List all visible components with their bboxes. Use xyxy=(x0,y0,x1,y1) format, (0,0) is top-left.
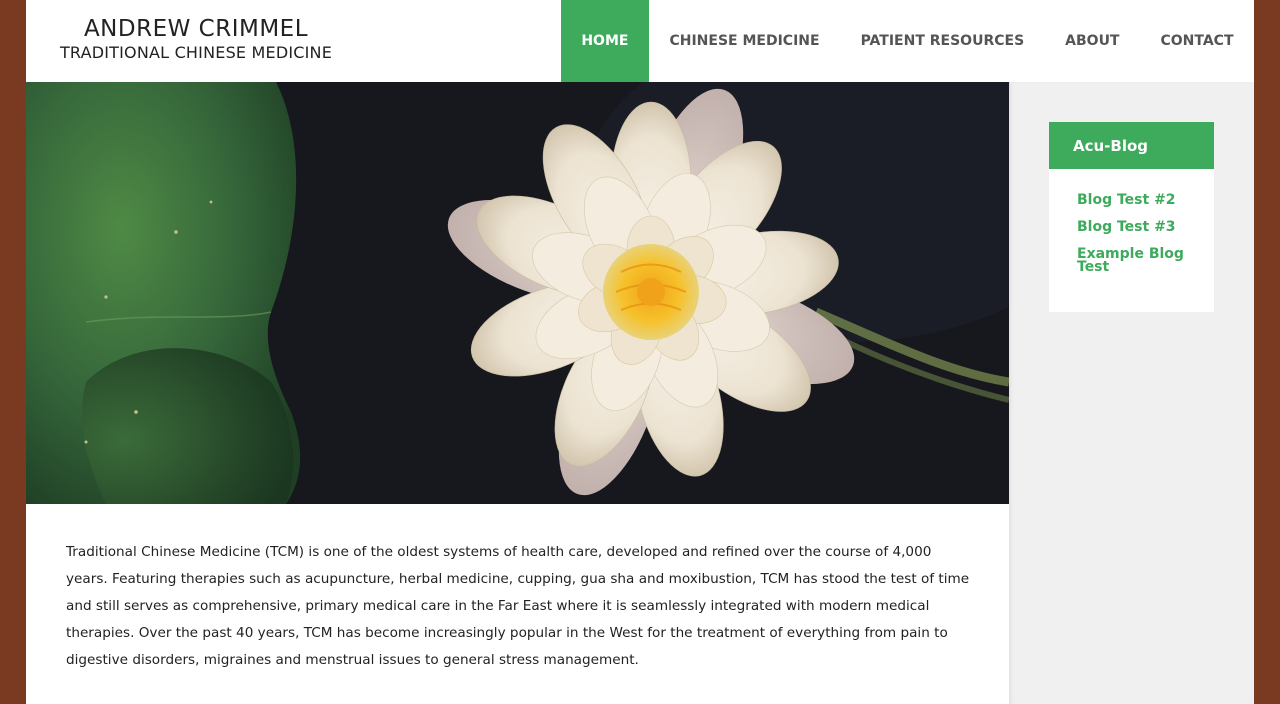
nav-item-contact[interactable]: CONTACT xyxy=(1140,0,1254,82)
blog-post-list: Blog Test #2 Blog Test #3 Example Blog T… xyxy=(1049,169,1214,312)
nav-item-patient-resources[interactable]: PATIENT RESOURCES xyxy=(840,0,1045,82)
blog-post-link[interactable]: Blog Test #3 xyxy=(1077,220,1194,234)
blog-post-link[interactable]: Blog Test #2 xyxy=(1077,193,1194,207)
site-header: ANDREW CRIMMEL TRADITIONAL CHINESE MEDIC… xyxy=(26,0,1254,82)
site-logo[interactable]: ANDREW CRIMMEL TRADITIONAL CHINESE MEDIC… xyxy=(46,16,346,64)
widget-title[interactable]: Acu-Blog xyxy=(1049,122,1214,169)
intro-paragraph: Traditional Chinese Medicine (TCM) is on… xyxy=(66,544,970,668)
brand-subtitle: TRADITIONAL CHINESE MEDICINE xyxy=(59,43,333,62)
water-lily-photo xyxy=(26,82,1009,504)
blog-post-link[interactable]: Example Blog Test xyxy=(1077,247,1194,274)
main-nav: HOME CHINESE MEDICINE PATIENT RESOURCES … xyxy=(560,0,1254,82)
hero-image xyxy=(26,82,1009,504)
brand-name: ANDREW CRIMMEL xyxy=(83,16,309,42)
page-frame: ANDREW CRIMMEL TRADITIONAL CHINESE MEDIC… xyxy=(26,0,1254,704)
nav-item-chinese-medicine[interactable]: CHINESE MEDICINE xyxy=(649,0,840,82)
nav-item-home[interactable]: HOME xyxy=(560,0,649,82)
nav-item-about[interactable]: ABOUT xyxy=(1045,0,1140,82)
main-content: Traditional Chinese Medicine (TCM) is on… xyxy=(26,504,1009,704)
blog-widget: Acu-Blog Blog Test #2 Blog Test #3 Examp… xyxy=(1049,122,1214,312)
sidebar: Acu-Blog Blog Test #2 Blog Test #3 Examp… xyxy=(1009,82,1254,704)
